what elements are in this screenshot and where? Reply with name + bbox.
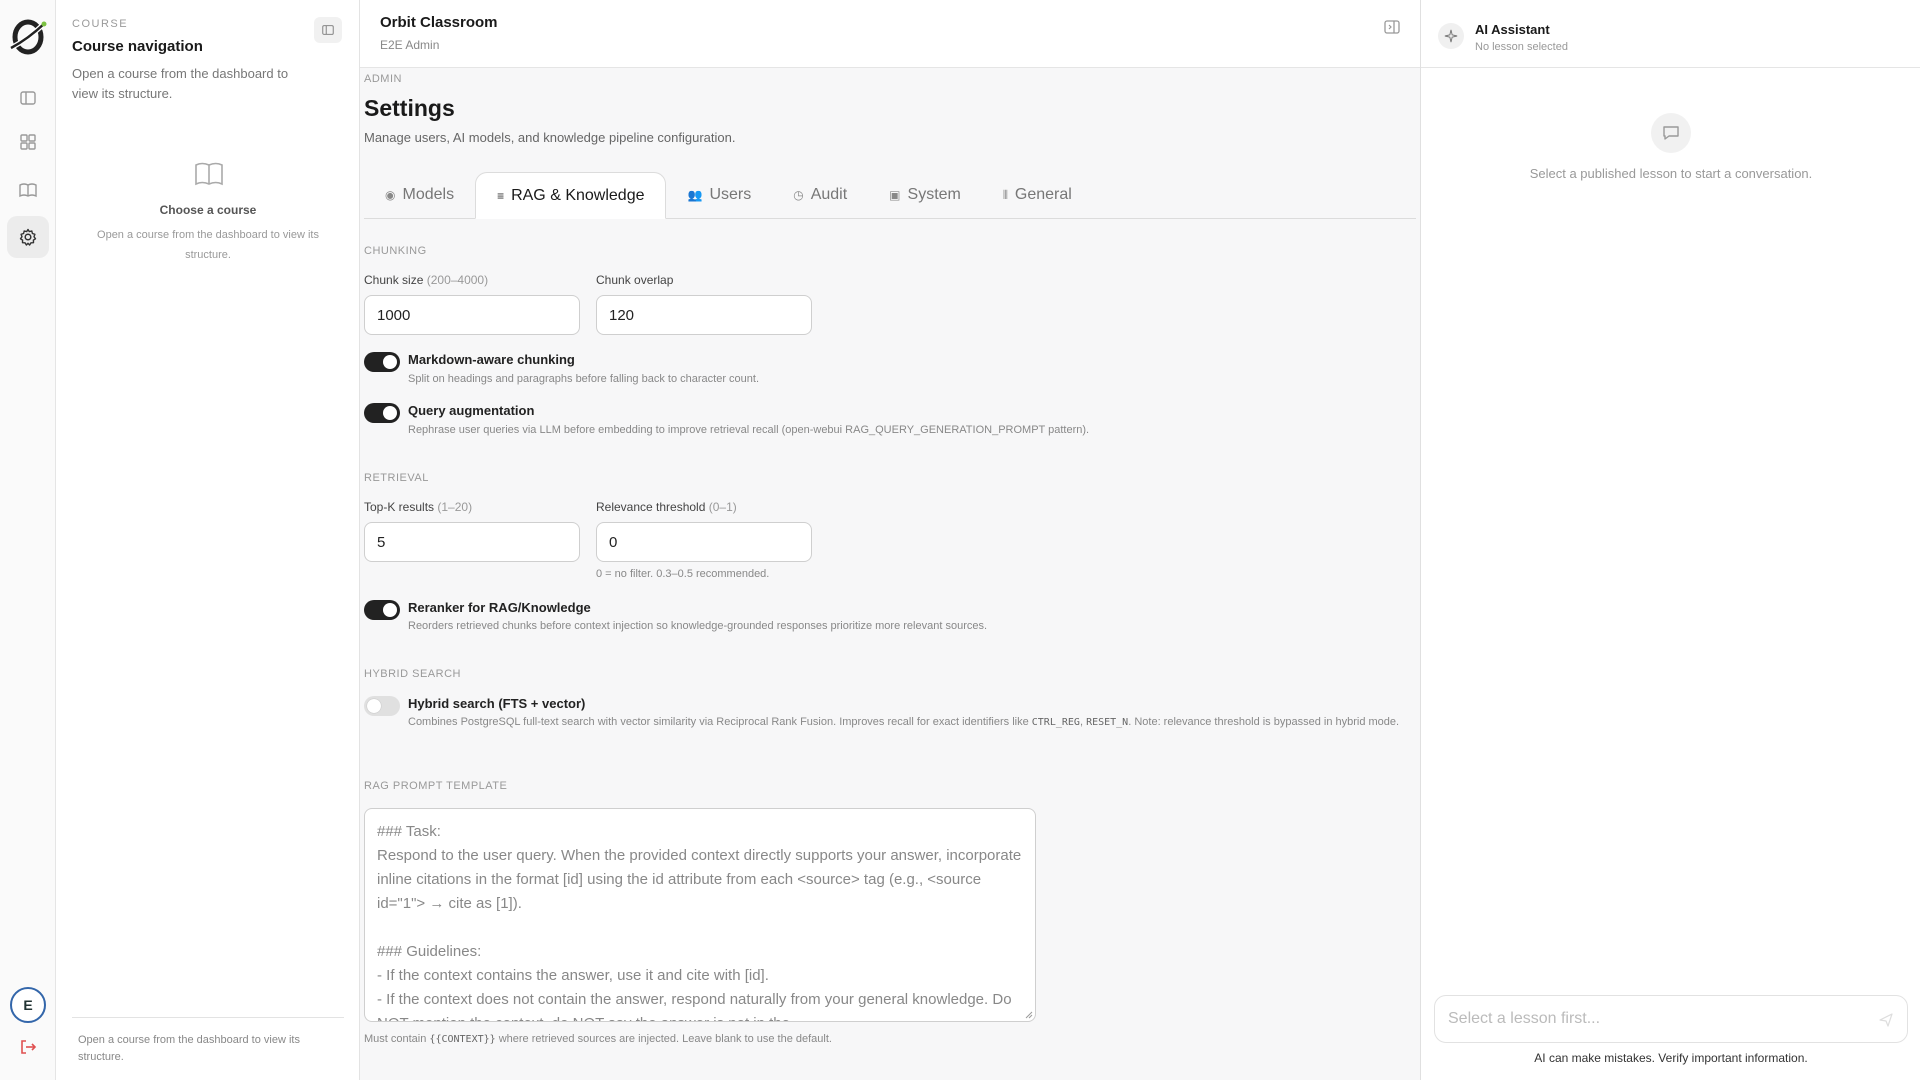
code-context: {{CONTEXT}} [429,1034,496,1045]
tab-label: General [1014,186,1072,203]
resize-handle-icon[interactable] [1025,1011,1033,1019]
course-panel-footer: Open a course from the dashboard to view… [78,1034,300,1063]
course-eyebrow: COURSE [72,18,129,30]
collapse-panel-icon[interactable] [314,17,342,43]
settings-main: Orbit Classroom E2E Admin ADMIN Settings… [360,0,1420,1080]
section-chunking: CHUNKING [364,245,427,257]
code-ctrl-reg: CTRL_REG [1031,717,1080,728]
user-avatar[interactable]: E [10,987,46,1023]
markdown-chunking-title: Markdown-aware chunking [408,352,575,367]
relevance-threshold-label: Relevance threshold (0–1) [596,500,737,514]
topk-label: Top-K results (1–20) [364,500,473,514]
book-icon[interactable] [7,169,49,211]
code-reset-n: RESET_N [1086,717,1129,728]
section-rag-prompt: RAG PROMPT TEMPLATE [364,780,508,792]
section-hybrid-search: HYBRID SEARCH [364,668,461,680]
query-augmentation-desc: Rephrase user queries via LLM before emb… [408,424,1090,436]
orbit-logo-icon[interactable] [8,17,48,57]
query-augmentation-title: Query augmentation [408,403,535,418]
ai-assistant-subtitle: No lesson selected [1475,41,1568,53]
database-icon: ≡ [497,188,505,203]
app-title: Orbit Classroom [380,14,498,31]
choose-course-subtitle: Open a course from the dashboard to view… [97,229,319,261]
tab-label: RAG & Knowledge [511,186,645,204]
markdown-chunking-desc: Split on headings and paragraphs before … [408,373,760,385]
query-augmentation-toggle[interactable] [364,403,400,423]
reranker-desc: Reorders retrieved chunks before context… [408,620,988,632]
tab-rag-knowledge[interactable]: ≡ RAG & Knowledge [475,172,667,219]
relevance-threshold-input[interactable] [596,522,812,562]
reranker-toggle[interactable] [364,600,400,620]
sparkle-icon [1438,23,1464,49]
topk-input[interactable] [364,522,580,562]
page-title: Settings [364,95,455,121]
course-panel-title: Course navigation [72,38,203,55]
page-subtitle: Manage users, AI models, and knowledge p… [364,130,736,145]
ai-disclaimer: AI can make mistakes. Verify important i… [1534,1051,1808,1065]
tab-label: System [907,186,961,203]
send-icon[interactable] [1877,1011,1895,1029]
ai-input-placeholder: Select a lesson first... [1448,1010,1601,1027]
toggle-assistant-panel-icon[interactable] [1383,18,1401,36]
course-panel-subtitle: Open a course from the dashboard to view… [72,66,289,101]
settings-tabs: ◉ Models ≡ RAG & Knowledge 👥 Users ◷ Audit ▣… [364,172,1416,219]
tab-general[interactable]: ⫴ General [982,172,1093,218]
chunk-overlap-label: Chunk overlap [596,273,674,287]
ai-empty-message: Select a published lesson to start a con… [1529,166,1813,181]
tab-users[interactable]: 👥 Users [666,172,772,218]
section-retrieval: RETRIEVAL [364,472,429,484]
divider [72,1017,344,1018]
open-book-icon [193,158,225,190]
ai-assistant-panel: AI Assistant No lesson selected Select a… [1420,0,1920,1080]
clock-icon: ◷ [793,188,804,202]
ai-assistant-title: AI Assistant [1475,22,1550,37]
tab-label: Users [709,186,752,203]
app-subtitle: E2E Admin [380,38,440,52]
markdown-chunking-toggle[interactable] [364,352,400,372]
tab-label: Models [402,186,455,203]
ai-assistant-header: AI Assistant No lesson selected [1421,0,1920,68]
tab-models[interactable]: ◉ Models [364,172,475,218]
app-rail: E [0,0,56,1080]
ai-chat-input[interactable]: Select a lesson first... [1434,995,1908,1043]
choose-course-title: Choose a course [159,203,257,217]
server-icon: ▣ [889,188,901,202]
chip-icon: ◉ [385,188,396,202]
course-navigation-panel: COURSE Course navigation Open a course f… [56,0,360,1080]
page-eyebrow: ADMIN [364,73,402,85]
tab-audit[interactable]: ◷ Audit [772,172,868,218]
topbar: Orbit Classroom E2E Admin [360,0,1420,68]
prompt-help: Must contain {{CONTEXT}} where retrieved… [364,1033,832,1045]
hybrid-search-desc: Combines PostgreSQL full-text search wit… [408,716,1400,728]
tab-system[interactable]: ▣ System [868,172,982,218]
tab-label: Audit [810,186,848,203]
reranker-title: Reranker for RAG/Knowledge [408,600,591,615]
prompt-placeholder: ### Task: Respond to the user query. Whe… [377,823,1022,1021]
hybrid-search-title: Hybrid search (FTS + vector) [408,696,586,711]
dashboard-icon[interactable] [7,121,49,163]
sidebar-toggle-icon[interactable] [7,77,49,119]
settings-gear-icon[interactable] [7,216,49,258]
chunk-overlap-input[interactable] [596,295,812,335]
chunk-size-input[interactable] [364,295,580,335]
chat-bubble-icon [1651,113,1691,153]
hybrid-search-toggle[interactable] [364,696,400,716]
users-icon: 👥 [687,188,703,202]
rag-prompt-textarea[interactable]: ### Task: Respond to the user query. Whe… [364,808,1036,1022]
logout-icon[interactable] [16,1035,40,1059]
chunk-size-label: Chunk size (200–4000) [364,273,489,287]
sliders-icon: ⫴ [1002,187,1008,202]
threshold-help: 0 = no filter. 0.3–0.5 recommended. [596,568,770,580]
